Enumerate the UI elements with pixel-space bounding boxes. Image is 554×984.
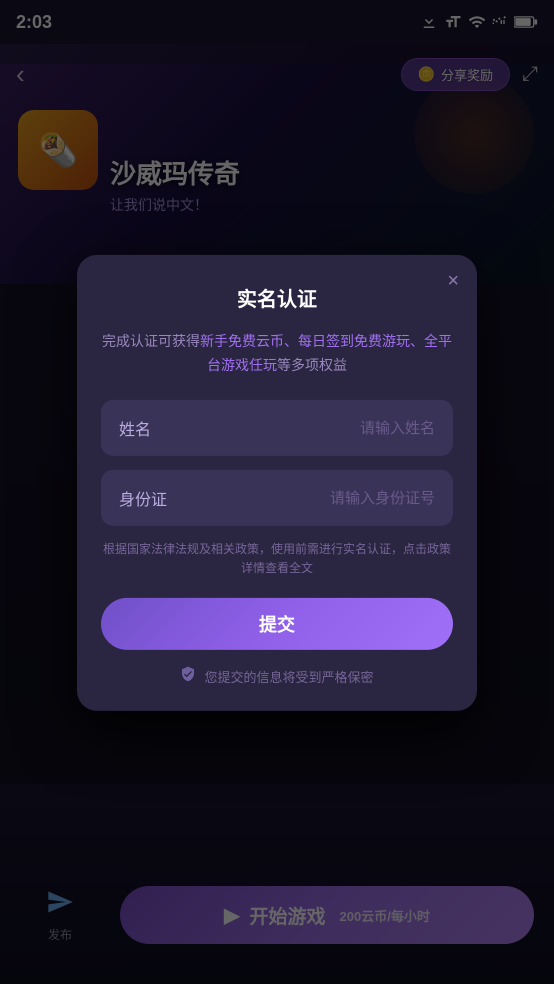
submit-label: 提交 (259, 611, 295, 637)
name-input-field[interactable]: 姓名 请输入姓名 (101, 399, 453, 455)
id-placeholder: 请输入身份证号 (330, 487, 435, 508)
id-input-field[interactable]: 身份证 请输入身份证号 (101, 469, 453, 525)
id-label: 身份证 (119, 485, 179, 509)
real-name-modal: × 实名认证 完成认证可获得新手免费云币、每日签到免费游玩、全平台游戏任玩等多项… (77, 255, 477, 711)
name-label: 姓名 (119, 415, 179, 439)
privacy-text: 根据国家法律法规及相关政策，使用前需进行实名认证，点击政策详情查看全文 (101, 539, 453, 577)
modal-title: 实名认证 (101, 283, 453, 312)
security-text: 您提交的信息将受到严格保密 (204, 667, 373, 686)
submit-button[interactable]: 提交 (101, 598, 453, 650)
shield-icon (180, 666, 196, 687)
modal-description: 完成认证可获得新手免费云币、每日签到免费游玩、全平台游戏任玩等多项权益 (101, 330, 453, 378)
name-placeholder: 请输入姓名 (360, 417, 435, 438)
highlight-2: 每日签到免费游玩、 (298, 333, 424, 349)
modal-close-button[interactable]: × (447, 271, 459, 291)
highlight-1: 新手免费云币、 (200, 333, 298, 349)
security-notice: 您提交的信息将受到严格保密 (101, 666, 453, 687)
